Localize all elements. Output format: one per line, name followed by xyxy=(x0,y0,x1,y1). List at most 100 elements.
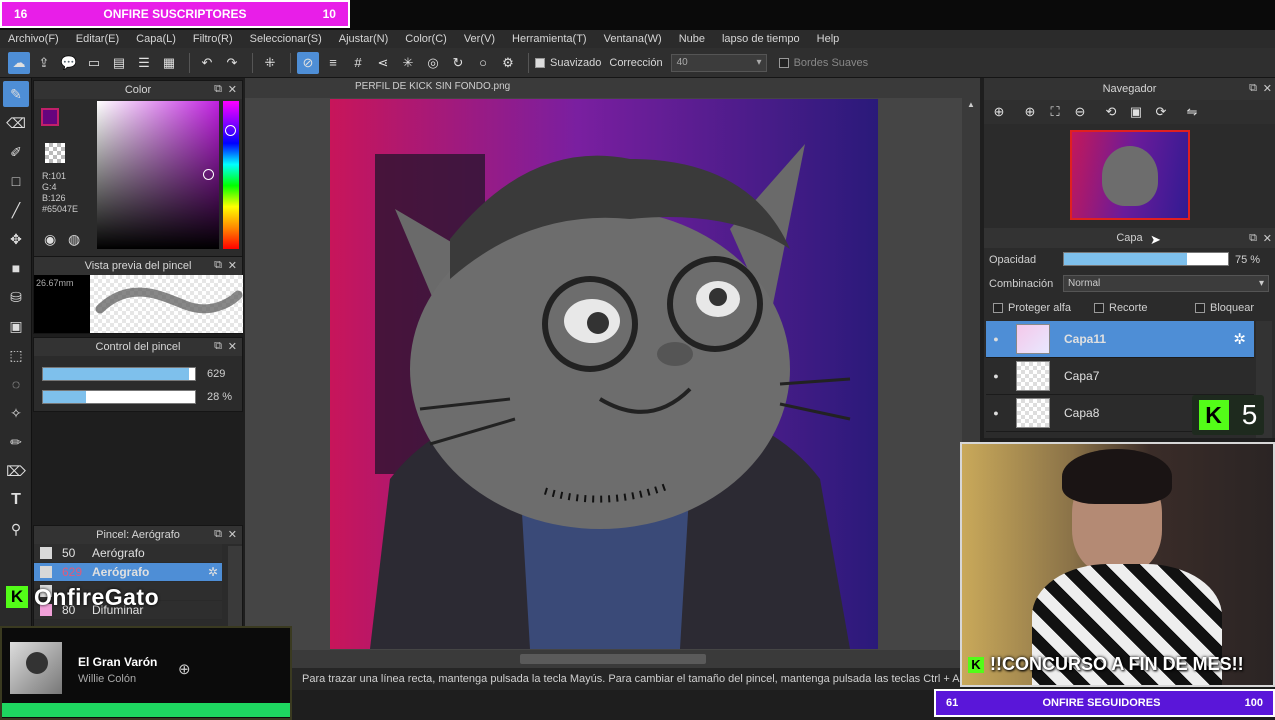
primary-color-swatch[interactable] xyxy=(41,108,59,126)
blend-mode-select[interactable]: Normal ▾ xyxy=(1063,275,1269,292)
deselect-icon[interactable]: ⁜ xyxy=(259,52,281,74)
saturation-value-field[interactable] xyxy=(97,101,219,249)
brush-opacity-slider[interactable] xyxy=(42,390,196,404)
eraser-tool-icon[interactable]: ⌫ xyxy=(3,110,29,136)
menu-edit[interactable]: Editar(E) xyxy=(76,33,119,45)
soft-edges-checkbox[interactable] xyxy=(778,57,789,68)
grid-icon[interactable]: ▦ xyxy=(158,52,180,74)
select-tool-icon[interactable]: ⬚ xyxy=(3,342,29,368)
close-icon[interactable]: ✕ xyxy=(228,528,237,541)
gear-icon[interactable]: ✲ xyxy=(1233,330,1246,348)
menu-layer[interactable]: Capa(L) xyxy=(136,33,176,45)
clip-checkbox[interactable] xyxy=(1094,303,1104,313)
share-icon[interactable]: ⇪ xyxy=(33,52,55,74)
close-icon[interactable]: ✕ xyxy=(1263,82,1272,95)
menu-select[interactable]: Seleccionar(S) xyxy=(250,33,322,45)
layer-row-selected[interactable]: ● Capa11 ✲ xyxy=(986,321,1254,358)
protect-alpha-checkbox[interactable] xyxy=(993,303,1003,313)
horizontal-scroll-thumb[interactable] xyxy=(520,654,706,664)
color-wheel-icon[interactable]: ◍ xyxy=(68,231,86,249)
fill-shape-tool-icon[interactable]: ■ xyxy=(3,255,29,281)
visibility-icon[interactable]: ● xyxy=(986,334,1006,344)
fit-window-icon[interactable]: ▣ xyxy=(1125,101,1147,123)
no-snap-icon[interactable]: ⊘ xyxy=(297,51,319,74)
brush-list-scrollbar[interactable] xyxy=(228,546,242,626)
brush-tool-icon[interactable]: ✎ xyxy=(3,81,29,107)
add-circle-icon[interactable]: ⊕ xyxy=(178,660,191,678)
correction-select[interactable]: 40 ▾ xyxy=(670,53,767,72)
smoothing-checkbox[interactable] xyxy=(535,57,545,68)
scroll-up-icon[interactable]: ▲ xyxy=(967,100,980,109)
chat-icon[interactable]: ▭ xyxy=(83,52,105,74)
menu-help[interactable]: Help xyxy=(817,33,840,45)
gradient-tool-icon[interactable]: ▣ xyxy=(3,313,29,339)
layer-row[interactable]: ● Capa7 xyxy=(986,358,1254,395)
hue-slider[interactable] xyxy=(223,101,239,249)
menu-file[interactable]: Archivo(F) xyxy=(8,33,59,45)
rectangle-tool-icon[interactable]: □ xyxy=(3,168,29,194)
menu-tool[interactable]: Herramienta(T) xyxy=(512,33,587,45)
lasso-tool-icon[interactable]: ◌ xyxy=(3,371,29,397)
menu-timelapse[interactable]: lapso de tiempo xyxy=(722,33,800,45)
popout-icon[interactable]: ⧉ xyxy=(1249,82,1257,95)
undo-icon[interactable]: ↶ xyxy=(196,52,218,74)
visibility-icon[interactable]: ● xyxy=(986,371,1006,381)
palette-icon[interactable]: ◉ xyxy=(44,231,62,249)
lock-checkbox[interactable] xyxy=(1195,303,1205,313)
popout-icon[interactable]: ⧉ xyxy=(214,528,222,541)
line-tool-icon[interactable]: ╱ xyxy=(3,197,29,223)
list-icon[interactable]: ☰ xyxy=(133,52,155,74)
zoom-in-alt-icon[interactable]: ⊕ xyxy=(1019,101,1041,123)
menu-cloud[interactable]: Nube xyxy=(679,33,705,45)
brush-item[interactable]: 50 Aerógrafo xyxy=(34,544,222,563)
grid-snap-icon[interactable]: # xyxy=(347,52,369,74)
text-tool-icon[interactable]: T xyxy=(3,487,29,513)
brush-item-selected[interactable]: 629 Aerógrafo ✲ xyxy=(34,563,222,582)
comment-icon[interactable]: 💬 xyxy=(58,52,80,74)
close-icon[interactable]: ✕ xyxy=(228,83,237,96)
fit-icon[interactable]: ⛶ xyxy=(1044,101,1066,123)
sv-picker-handle[interactable] xyxy=(203,169,214,180)
menu-adjust[interactable]: Ajustar(N) xyxy=(339,33,389,45)
bucket-tool-icon[interactable]: ⛁ xyxy=(3,284,29,310)
circle-snap-icon[interactable]: ○ xyxy=(472,52,494,74)
eyedropper-tool-icon[interactable]: ⚲ xyxy=(3,516,29,542)
cloud-icon[interactable]: ☁ xyxy=(8,51,30,74)
popout-icon[interactable]: ⧉ xyxy=(1249,232,1257,245)
curve-snap-icon[interactable]: ↻ xyxy=(447,52,469,74)
rotate-right-icon[interactable]: ⟳ xyxy=(1150,101,1172,123)
menu-color[interactable]: Color(C) xyxy=(405,33,447,45)
close-icon[interactable]: ✕ xyxy=(228,259,237,272)
move-tool-icon[interactable]: ✥ xyxy=(3,226,29,252)
document-tab[interactable]: PERFIL DE KICK SIN FONDO.png xyxy=(245,78,980,98)
settings-snap-icon[interactable]: ⚙ xyxy=(497,52,519,74)
redo-icon[interactable]: ↷ xyxy=(221,52,243,74)
visibility-icon[interactable]: ● xyxy=(986,408,1006,418)
flip-icon[interactable]: ⇋ xyxy=(1181,101,1203,123)
transparent-color-swatch[interactable] xyxy=(45,143,65,163)
navigator-preview[interactable] xyxy=(1070,130,1190,220)
close-icon[interactable]: ✕ xyxy=(1263,232,1272,245)
rotate-left-icon[interactable]: ⟲ xyxy=(1100,101,1122,123)
parallel-snap-icon[interactable]: ≡ xyxy=(322,52,344,74)
zoom-out-icon[interactable]: ⊖ xyxy=(1069,101,1091,123)
artwork-canvas[interactable] xyxy=(330,99,878,649)
zoom-in-icon[interactable]: ⊕ xyxy=(988,101,1010,123)
select-pen-tool-icon[interactable]: ✏ xyxy=(3,429,29,455)
concentric-snap-icon[interactable]: ◎ xyxy=(422,52,444,74)
canvas-horizontal-scrollbar[interactable] xyxy=(245,650,980,668)
cross-snap-icon[interactable]: ✳ xyxy=(397,52,419,74)
document-icon[interactable]: ▤ xyxy=(108,52,130,74)
menu-window[interactable]: Ventana(W) xyxy=(604,33,662,45)
popout-icon[interactable]: ⧉ xyxy=(214,83,222,96)
hue-slider-handle[interactable] xyxy=(225,125,236,136)
menu-view[interactable]: Ver(V) xyxy=(464,33,495,45)
layer-opacity-slider[interactable] xyxy=(1063,252,1229,266)
popout-icon[interactable]: ⧉ xyxy=(214,340,222,353)
brush-size-slider[interactable] xyxy=(42,367,196,381)
radial-snap-icon[interactable]: ⋖ xyxy=(372,52,394,74)
menu-filter[interactable]: Filtro(R) xyxy=(193,33,233,45)
magic-wand-tool-icon[interactable]: ✧ xyxy=(3,400,29,426)
close-icon[interactable]: ✕ xyxy=(228,340,237,353)
popout-icon[interactable]: ⧉ xyxy=(214,259,222,272)
